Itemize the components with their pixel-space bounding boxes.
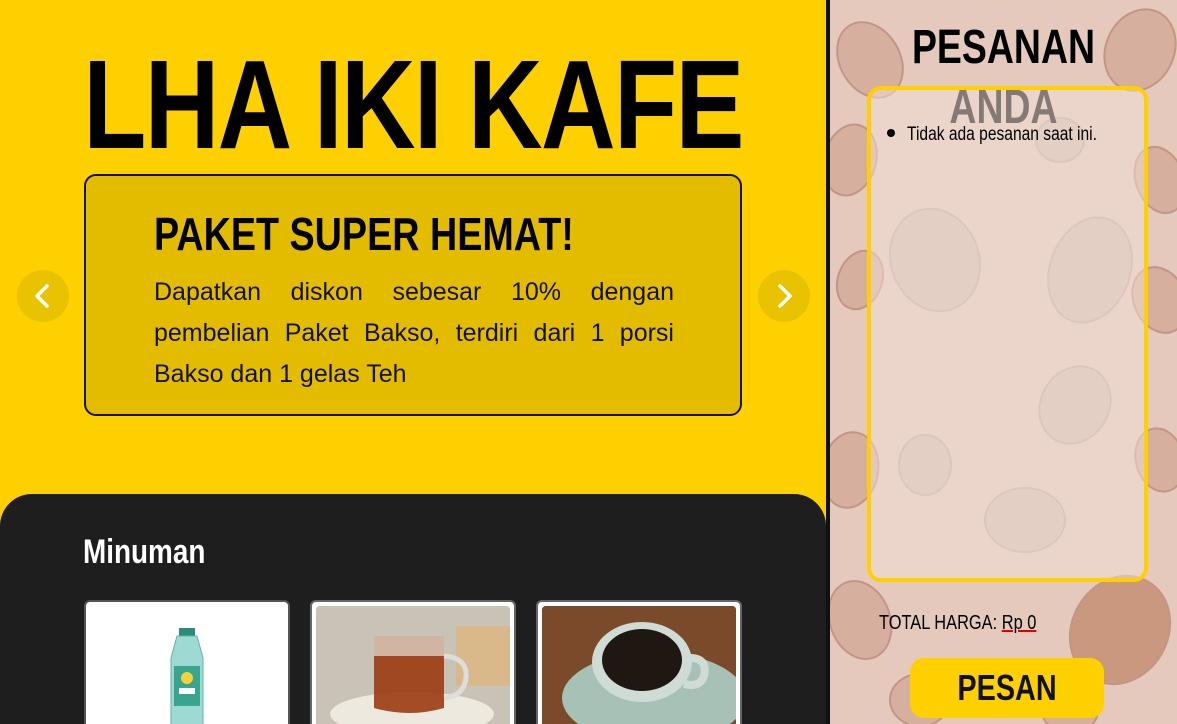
menu-item-card[interactable] [536, 600, 742, 724]
order-sidebar: PESANAN ANDA Tidak ada pesanan saat ini.… [830, 0, 1177, 724]
promo-title: PAKET SUPER HEMAT! [154, 208, 574, 260]
site-title: LHA IKI KAFE [83, 34, 744, 175]
bottled-water-image [90, 606, 284, 724]
tea-glass-image [316, 606, 510, 724]
order-list: Tidak ada pesanan saat ini. [867, 86, 1148, 582]
coffee-cup-image [542, 606, 736, 724]
menu-category-title: Minuman [83, 533, 206, 571]
menu-section: Minuman [0, 494, 826, 724]
menu-item-card[interactable] [84, 600, 290, 724]
promo-slide: PAKET SUPER HEMAT! Dapatkan diskon sebes… [84, 174, 742, 416]
empty-order-message: Tidak ada pesanan saat ini. [907, 124, 1097, 145]
main-content: LHA IKI KAFE PAKET SUPER HEMAT! Dapatkan… [0, 0, 826, 724]
total-value: Rp 0 [1001, 612, 1037, 634]
order-submit-button[interactable]: PESAN [910, 658, 1104, 718]
order-submit-label: PESAN [957, 667, 1057, 708]
total-price: TOTAL HARGA: Rp 0 [879, 612, 1071, 635]
carousel-prev-button[interactable] [17, 270, 69, 322]
chevron-left-icon [35, 284, 49, 308]
order-list-item: Tidak ada pesanan saat ini. [887, 124, 1139, 146]
chevron-right-icon [778, 284, 792, 308]
menu-item-card[interactable] [310, 600, 516, 724]
total-label: TOTAL HARGA: [879, 612, 998, 634]
promo-description: Dapatkan diskon sebesar 10% dengan pembe… [154, 278, 674, 388]
carousel-next-button[interactable] [758, 270, 810, 322]
